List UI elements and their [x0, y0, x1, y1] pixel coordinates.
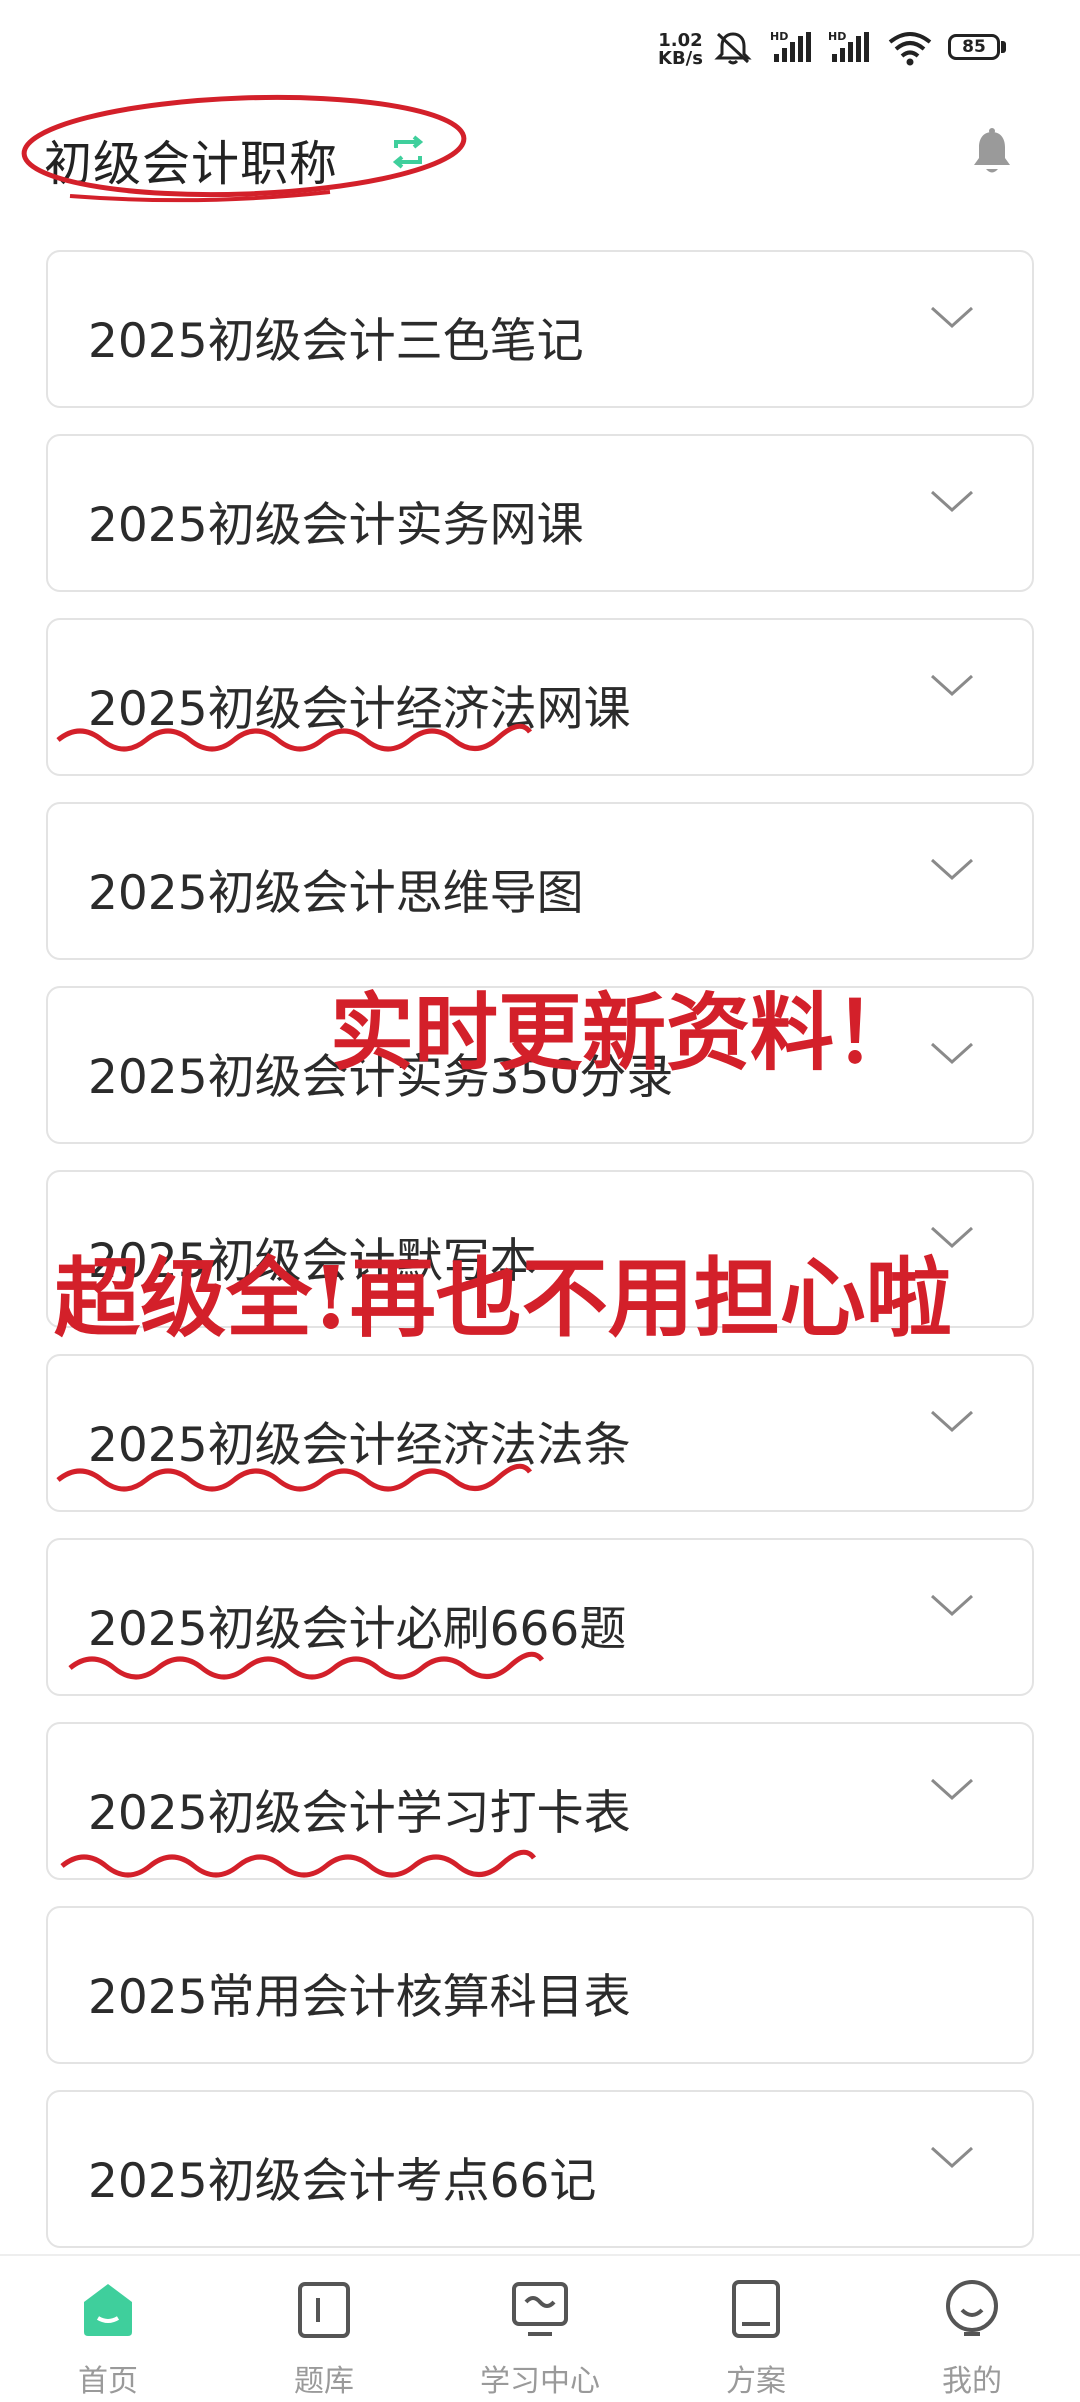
svg-text:HD: HD: [828, 30, 846, 43]
nav-label: 首页: [78, 2364, 138, 2399]
list-item[interactable]: 2025初级会计实务网课: [46, 434, 1034, 592]
network-speed-unit: KB/s: [658, 48, 703, 69]
list-item[interactable]: 2025初级会计经济法法条: [46, 1354, 1034, 1512]
bottom-nav: 首页 题库 学习中心 方案 我的: [0, 2254, 1080, 2402]
signal-hd-icon-2: HD: [828, 30, 869, 62]
home-icon: [84, 2284, 132, 2336]
chevron-down-icon[interactable]: [930, 1410, 974, 1436]
nav-question-bank[interactable]: 题库: [216, 2256, 432, 2402]
nav-label: 方案: [726, 2364, 786, 2399]
chevron-down-icon[interactable]: [930, 858, 974, 884]
wifi-icon: [888, 32, 932, 66]
switch-icon[interactable]: [388, 132, 428, 172]
chevron-down-icon[interactable]: [930, 490, 974, 516]
nav-label: 我的: [942, 2364, 1002, 2399]
list-item-label: 2025初级会计经济法网课: [88, 682, 631, 737]
chevron-down-icon[interactable]: [930, 1042, 974, 1068]
signal-hd-icon: HD: [770, 30, 811, 62]
chevron-down-icon[interactable]: [930, 1778, 974, 1804]
list-item-label: 2025初级会计考点66记: [88, 2154, 597, 2209]
list-item[interactable]: 2025初级会计三色笔记: [46, 250, 1034, 408]
list-item-label: 2025常用会计核算科目表: [88, 1970, 631, 2025]
annotation-line-2: 超级全!再也不用担心啦: [54, 1248, 952, 1349]
bell-icon[interactable]: [970, 128, 1014, 178]
nav-study-center[interactable]: 学习中心: [432, 2256, 648, 2402]
nav-label: 学习中心: [480, 2364, 600, 2399]
list-item[interactable]: 2025初级会计思维导图: [46, 802, 1034, 960]
list-item[interactable]: 2025常用会计核算科目表: [46, 1906, 1034, 2064]
nav-plan[interactable]: 方案: [648, 2256, 864, 2402]
annotation-line-1: 实时更新资料！: [330, 983, 919, 1082]
nav-profile[interactable]: 我的: [864, 2256, 1080, 2402]
chevron-down-icon[interactable]: [930, 306, 974, 332]
mute-icon: [714, 32, 752, 65]
list-item[interactable]: 2025初级会计学习打卡表: [46, 1722, 1034, 1880]
list-item-label: 2025初级会计三色笔记: [88, 314, 584, 369]
book-icon: [732, 2280, 780, 2338]
question-bank-icon: [298, 2282, 350, 2338]
profile-icon: [946, 2280, 998, 2336]
chevron-down-icon[interactable]: [930, 1594, 974, 1620]
list-item-label: 2025初级会计经济法法条: [88, 1418, 631, 1473]
nav-home[interactable]: 首页: [0, 2256, 216, 2402]
battery-icon: 85: [948, 34, 1000, 60]
header: 初级会计职称: [0, 90, 1080, 220]
battery-tip: [1001, 41, 1006, 53]
chevron-down-icon[interactable]: [930, 2146, 974, 2172]
chevron-down-icon[interactable]: [930, 674, 974, 700]
list-item-label: 2025初级会计思维导图: [88, 866, 584, 921]
nav-label: 题库: [294, 2364, 354, 2399]
list-item[interactable]: 2025初级会计经济法网课: [46, 618, 1034, 776]
network-speed: 1.02 KB/s: [658, 32, 703, 68]
list-item-label: 2025初级会计实务网课: [88, 498, 584, 553]
list-item[interactable]: 2025初级会计必刷666题: [46, 1538, 1034, 1696]
svg-text:HD: HD: [770, 30, 788, 43]
list-item-label: 2025初级会计学习打卡表: [88, 1786, 631, 1841]
monitor-icon: [512, 2282, 568, 2336]
status-bar: 1.02 KB/s HD HD 85: [0, 0, 1080, 90]
list-item-label: 2025初级会计必刷666题: [88, 1602, 627, 1657]
list-item[interactable]: 2025初级会计考点66记: [46, 2090, 1034, 2248]
page-title[interactable]: 初级会计职称: [44, 124, 338, 194]
